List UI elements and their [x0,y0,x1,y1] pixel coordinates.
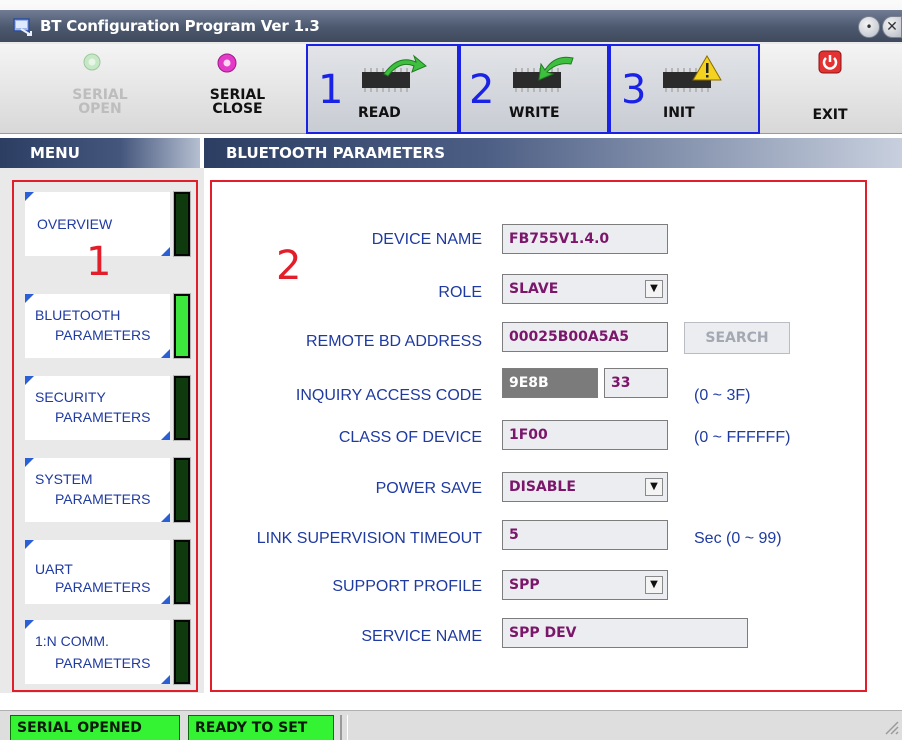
read-step-number: 1 [318,67,344,113]
window-title: BT Configuration Program Ver 1.3 [40,17,320,35]
corner-marker [25,376,34,385]
corner-marker [25,620,34,629]
exit-label: EXIT [812,107,848,123]
led-uart [173,539,191,605]
class-of-device-range-note: (0 ~ FFFFFF) [694,429,791,446]
menu-item-bluetooth[interactable]: BLUETOOTH PARAMETERS [25,294,170,358]
params-annotation-number: 2 [276,243,302,289]
exit-button[interactable]: EXIT [790,44,870,134]
serial-close-label-2: CLOSE [212,101,263,117]
status-divider [340,715,348,740]
menu-item-sublabel: PARAMETERS [55,409,151,425]
power-icon [818,50,842,74]
corner-marker [25,458,34,467]
remote-bd-label: REMOTE BD ADDRESS [305,333,482,350]
menu-item-system[interactable]: SYSTEM PARAMETERS [25,458,170,522]
menu-item-uart[interactable]: UART PARAMETERS [25,540,170,604]
menu-item-label: OVERVIEW [37,216,113,232]
menu-item-security[interactable]: SECURITY PARAMETERS [25,376,170,440]
inquiry-access-code-label: INQUIRY ACCESS CODE [295,387,482,404]
service-name-label: SERVICE NAME [361,628,482,645]
led-1n-comm [173,619,191,685]
status-bar: SERIAL OPENED READY TO SET [0,710,902,740]
led-security [173,375,191,441]
device-name-label: DEVICE NAME [371,231,482,248]
device-name-field[interactable]: FB755V1.4.0 [502,224,668,254]
menu-item-1n-comm[interactable]: 1:N COMM. PARAMETERS [25,620,170,684]
menu-header: MENU [0,138,200,168]
chevron-down-icon[interactable]: ▼ [645,576,663,594]
params-header: BLUETOOTH PARAMETERS [204,138,902,168]
read-label: READ [358,105,401,121]
inquiry-range-note: (0 ~ 3F) [694,387,751,404]
serial-open-icon [83,53,101,71]
role-select[interactable]: SLAVE ▼ [502,274,668,304]
menu-item-label: SYSTEM [35,471,93,487]
title-bar: BT Configuration Program Ver 1.3 • ✕ [0,0,902,44]
write-label: WRITE [509,105,560,121]
menu-item-sublabel: PARAMETERS [55,327,151,343]
menu-item-label: SECURITY [35,389,106,405]
corner-marker [161,675,170,684]
chevron-down-icon[interactable]: ▼ [645,280,663,298]
inquiry-code-field[interactable]: 9E8B [502,368,598,398]
init-button[interactable]: 3 INIT [609,44,760,134]
menu-annotation-number: 1 [86,239,112,285]
corner-marker [161,349,170,358]
ready-status-badge: READY TO SET [188,715,334,740]
led-overview [173,191,191,257]
menu-item-label: BLUETOOTH [35,307,121,323]
close-button[interactable]: ✕ [882,16,902,38]
chevron-down-icon[interactable]: ▼ [645,478,663,496]
link-timeout-field[interactable]: 5 [502,520,668,550]
support-profile-label: SUPPORT PROFILE [332,578,482,595]
menu-item-sublabel: PARAMETERS [55,655,151,671]
power-save-label: POWER SAVE [375,480,482,497]
link-timeout-range-note: Sec (0 ~ 99) [694,530,782,547]
link-timeout-label: LINK SUPERVISION TIMEOUT [256,530,482,547]
menu-item-sublabel: PARAMETERS [55,579,151,595]
led-system [173,457,191,523]
corner-marker [25,294,34,303]
menu-item-label: UART [35,561,73,577]
role-label: ROLE [438,284,482,301]
corner-marker [161,431,170,440]
menu-item-sublabel: PARAMETERS [55,491,151,507]
menu-item-label: 1:N COMM. [35,633,109,649]
write-button[interactable]: 2 WRITE [459,44,609,134]
init-step-number: 3 [621,67,647,113]
corner-marker [25,540,34,549]
corner-marker [161,513,170,522]
corner-marker [161,247,170,256]
inquiry-index-field[interactable]: 33 [604,368,668,398]
class-of-device-field[interactable]: 1F00 [502,420,668,450]
init-label: INIT [663,105,695,121]
chip-warning-icon [663,55,722,92]
minimize-button[interactable]: • [858,16,880,38]
service-name-field[interactable]: SPP DEV [502,618,748,648]
class-of-device-label: CLASS OF DEVICE [338,429,482,446]
resize-grip-icon[interactable] [880,716,900,736]
power-save-select[interactable]: DISABLE ▼ [502,472,668,502]
serial-close-button[interactable]: SERIAL CLOSE [200,44,305,134]
write-step-number: 2 [469,67,495,113]
serial-close-icon [217,53,237,73]
corner-marker [161,595,170,604]
support-profile-select-value: SPP [509,577,540,593]
app-icon [13,18,32,36]
toolbar: SERIAL OPEN SERIAL CLOSE 1 READ 2 WRITE … [0,44,902,134]
serial-status-badge: SERIAL OPENED [10,715,180,740]
led-bluetooth [173,293,191,359]
read-button[interactable]: 1 READ [306,44,459,134]
chip-read-icon [362,54,427,92]
role-select-value: SLAVE [509,281,559,297]
corner-marker [25,192,34,201]
support-profile-select[interactable]: SPP ▼ [502,570,668,600]
serial-close-label-1: SERIAL [209,87,266,103]
remote-bd-field[interactable]: 00025B00A5A5 [502,322,668,352]
power-save-select-value: DISABLE [509,479,576,495]
search-button[interactable]: SEARCH [684,322,790,354]
chip-write-icon [513,56,574,92]
